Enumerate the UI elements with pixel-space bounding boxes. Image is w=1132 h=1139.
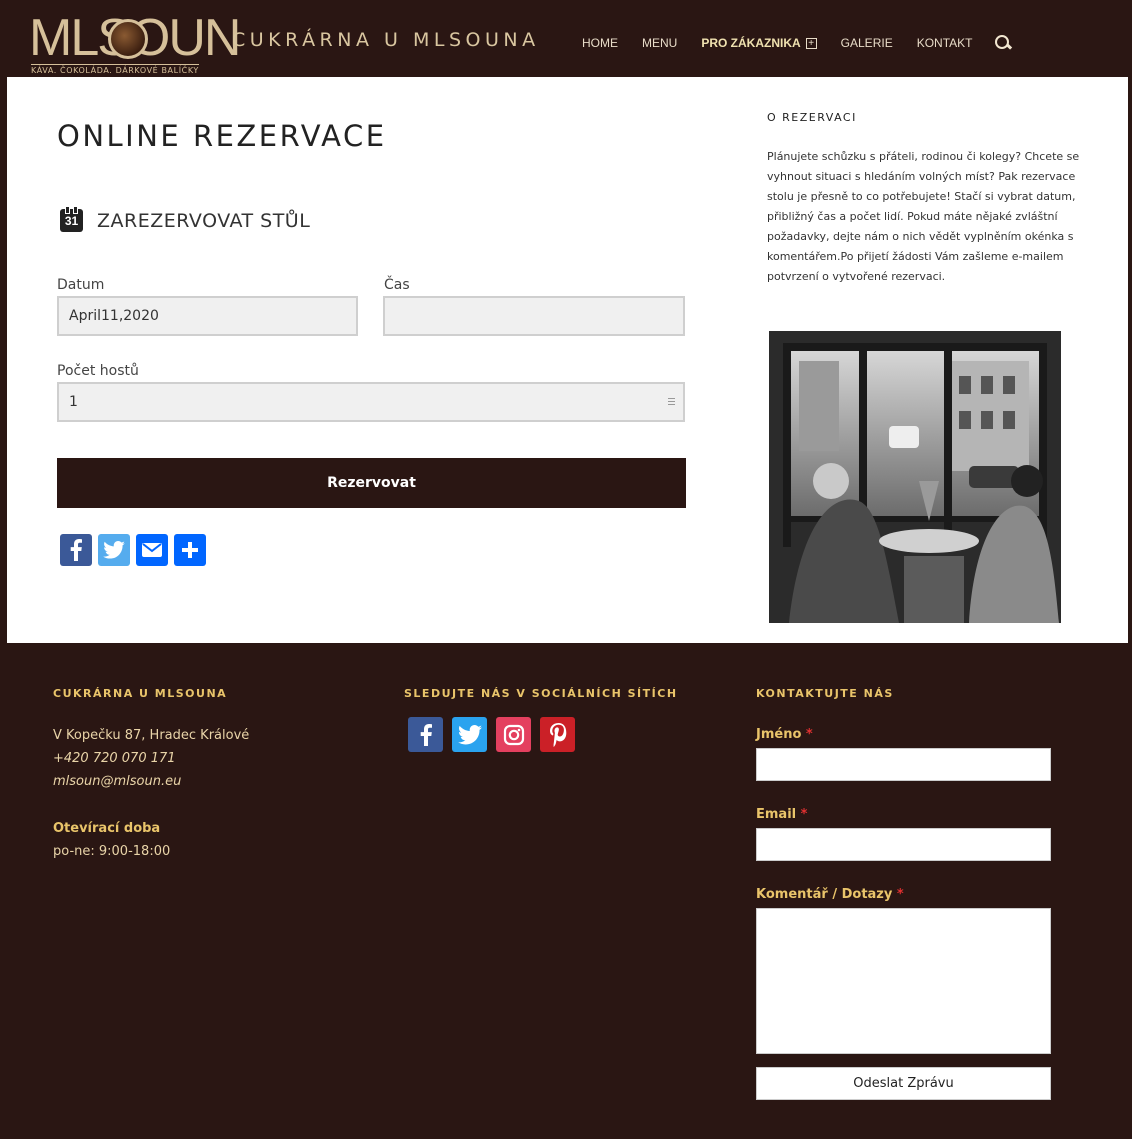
instagram-icon[interactable]: [496, 717, 531, 752]
name-label: Jméno *: [756, 727, 813, 742]
comment-label: Komentář / Dotazy *: [756, 887, 904, 902]
time-field[interactable]: [383, 296, 685, 336]
site-footer: CUKRÁRNA U MLSOUNA V Kopečku 87, Hradec …: [7, 643, 1128, 1139]
sidebar-text: Plánujete schůzku s přáteli, rodinou či …: [767, 150, 1080, 283]
pinterest-icon[interactable]: [540, 717, 575, 752]
search-icon[interactable]: [994, 34, 1012, 52]
nav-pro-zakaznika[interactable]: PRO ZÁKAZNIKA +: [701, 36, 817, 50]
footer-hours-title: Otevírací doba: [53, 821, 161, 836]
footer-col2-title: SLEDUJTE NÁS V SOCIÁLNÍCH SÍTÍCH: [404, 687, 678, 700]
site-header: MLSOUN KÁVA. ČOKOLÁDA. DÁRKOVÉ BALÍČKY C…: [7, 7, 1128, 77]
twitter-icon[interactable]: [452, 717, 487, 752]
email-label: Email *: [756, 807, 807, 822]
date-field[interactable]: April11,2020: [57, 296, 358, 336]
coffee-bean-icon: [108, 19, 148, 59]
required-mark: *: [800, 807, 808, 822]
footer-col3-title: KONTAKTUJTE NÁS: [756, 687, 894, 700]
email-label-text: Email: [756, 807, 797, 822]
select-handle-icon: [668, 398, 675, 405]
share-plus-icon[interactable]: [174, 534, 206, 566]
footer-phone[interactable]: +420 720 070 171: [53, 751, 176, 766]
share-buttons: [60, 534, 212, 566]
nav-kontakt[interactable]: KONTAKT: [917, 36, 973, 50]
cafe-photo-illustration: [769, 331, 1061, 623]
required-mark: *: [805, 727, 813, 742]
nav-menu[interactable]: MENU: [642, 36, 677, 50]
page-title: ONLINE REZERVACE: [57, 119, 387, 153]
footer-col1-title: CUKRÁRNA U MLSOUNA: [53, 687, 228, 700]
comment-label-text: Komentář / Dotazy: [756, 887, 893, 902]
contact-comment-textarea[interactable]: [756, 908, 1051, 1054]
email-icon[interactable]: [136, 534, 168, 566]
expand-plus-icon[interactable]: +: [805, 37, 817, 49]
main-nav: HOME MENU PRO ZÁKAZNIKA + GALERIE KONTAK…: [582, 34, 1012, 52]
required-mark: *: [896, 887, 904, 902]
date-label: Datum: [57, 277, 105, 293]
section-title: ZAREZERVOVAT STŮL: [97, 209, 311, 232]
guests-label: Počet hostů: [57, 363, 139, 379]
reserve-button[interactable]: Rezervovat: [57, 458, 686, 508]
cafe-photo: [769, 331, 1061, 623]
contact-email-field[interactable]: [756, 828, 1051, 861]
sidebar-title: O REZERVACI: [767, 111, 857, 124]
guests-value: 1: [69, 394, 78, 410]
contact-name-field[interactable]: [756, 748, 1051, 781]
footer-email[interactable]: mlsoun@mlsoun.eu: [53, 774, 181, 789]
nav-galerie[interactable]: GALERIE: [841, 36, 893, 50]
facebook-icon[interactable]: [408, 717, 443, 752]
social-links: [408, 717, 584, 752]
footer-address: V Kopečku 87, Hradec Králové: [53, 728, 250, 743]
calendar-icon: 31: [60, 206, 83, 232]
logo-tagline: KÁVA. ČOKOLÁDA. DÁRKOVÉ BALÍČKY: [31, 64, 199, 75]
main-content: ONLINE REZERVACE 31 ZAREZERVOVAT STŮL Da…: [7, 77, 1128, 643]
site-logo[interactable]: MLSOUN KÁVA. ČOKOLÁDA. DÁRKOVÉ BALÍČKY: [29, 9, 241, 75]
section-heading: 31 ZAREZERVOVAT STŮL: [60, 206, 311, 232]
facebook-icon[interactable]: [60, 534, 92, 566]
send-message-button[interactable]: Odeslat Zprávu: [756, 1067, 1051, 1100]
page-frame: MLSOUN KÁVA. ČOKOLÁDA. DÁRKOVÉ BALÍČKY C…: [7, 7, 1128, 1139]
twitter-icon[interactable]: [98, 534, 130, 566]
guests-select[interactable]: 1: [57, 382, 685, 422]
time-label: Čas: [384, 277, 410, 293]
nav-home[interactable]: HOME: [582, 36, 618, 50]
name-label-text: Jméno: [756, 727, 802, 742]
site-title[interactable]: CUKRÁRNA U MLSOUNA: [232, 29, 540, 51]
footer-hours: po-ne: 9:00-18:00: [53, 844, 171, 859]
nav-pro-zakaznika-label: PRO ZÁKAZNIKA: [701, 36, 801, 50]
